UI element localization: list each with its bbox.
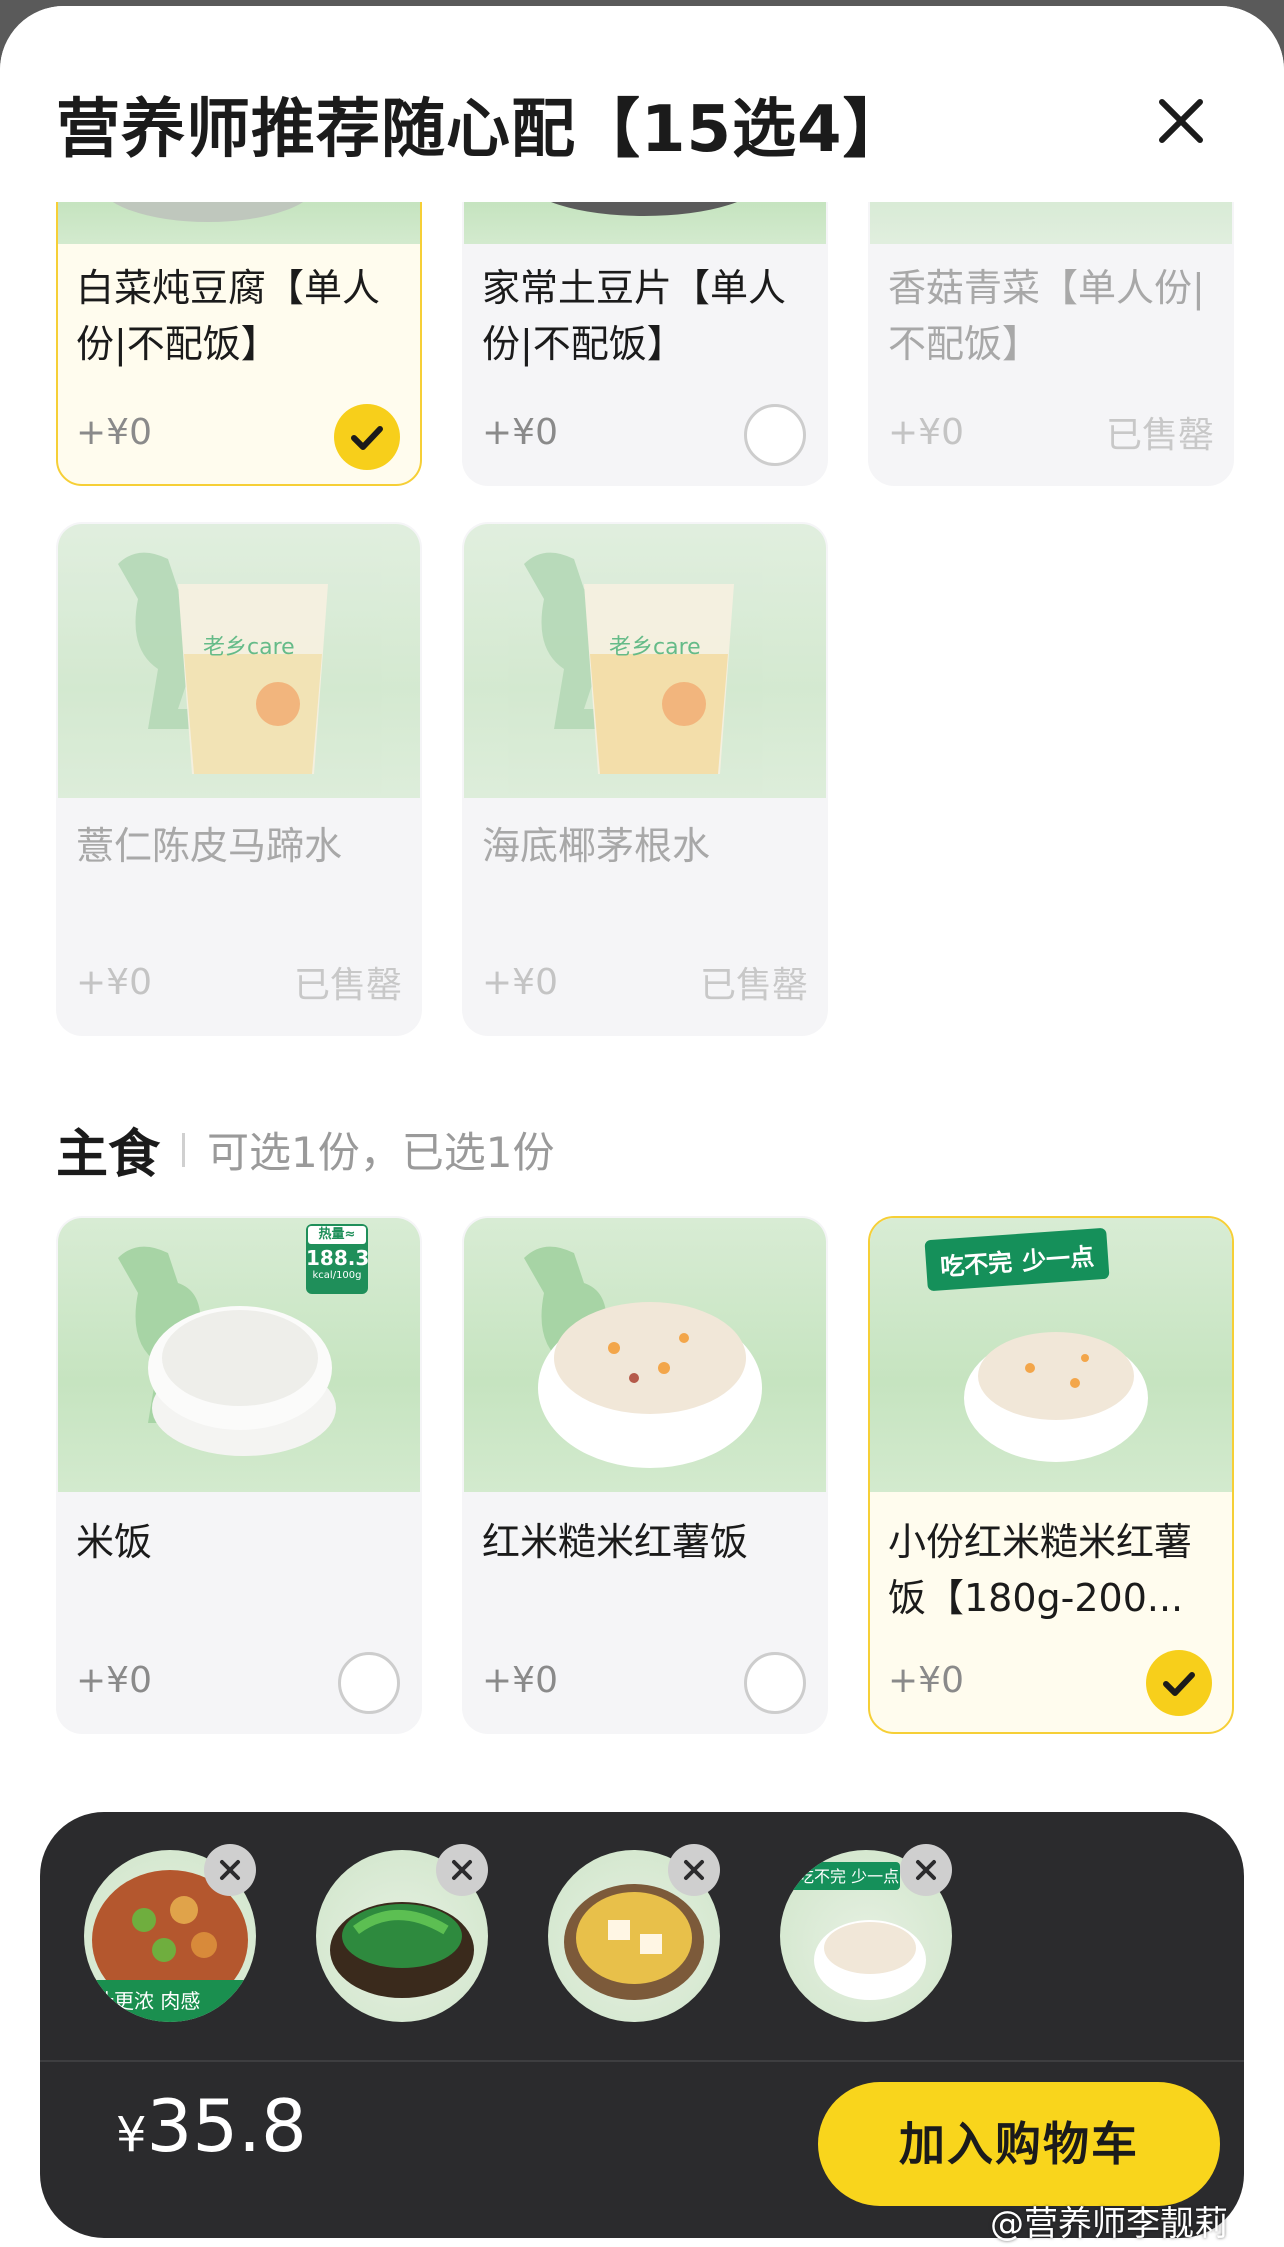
close-icon	[1159, 99, 1203, 143]
page-title: 营养师推荐随心配【15选4】	[56, 93, 908, 167]
item-name: 香菇青菜【单人份|不配饭】	[888, 266, 1205, 366]
select-radio[interactable]	[744, 1652, 806, 1714]
item-name: 小份红米糙米红薯饭【180g-200...	[888, 1520, 1193, 1620]
item-price: +¥0	[482, 962, 558, 1003]
close-icon	[220, 1860, 240, 1880]
selected-check[interactable]	[1146, 1650, 1212, 1716]
check-icon	[1163, 1672, 1195, 1696]
remove-item-button[interactable]	[436, 1844, 488, 1896]
item-name: 家常土豆片【单人份|不配饭】	[482, 266, 787, 366]
add-to-cart-button[interactable]: 加入购物车	[818, 2082, 1220, 2206]
cart-total: ¥35.8	[116, 2084, 307, 2168]
staple-section-header: 主食 可选1份，已选1份	[56, 1112, 555, 1185]
soldout-label: 已售罄	[699, 965, 808, 1006]
calorie-badge: 热量≈ 188.3 kcal/100g	[306, 1224, 369, 1294]
item-name: 红米糙米红薯饭	[482, 1520, 749, 1564]
remove-item-button[interactable]	[900, 1844, 952, 1896]
item-price: +¥0	[888, 1660, 964, 1701]
item-price: +¥0	[888, 412, 964, 453]
item-name: 米饭	[76, 1520, 153, 1564]
thumbnail-caption: 吃不完 少一点	[798, 1867, 899, 1886]
side-item-card: 老乡care 海底椰茅根水 +¥0 已售罄	[462, 522, 828, 1036]
brand-label: 老乡care	[203, 635, 295, 660]
item-name: 海底椰茅根水	[482, 824, 711, 868]
section-title: 主食	[56, 1125, 161, 1185]
cart-divider	[40, 2060, 1244, 2062]
item-name: 薏仁陈皮马蹄水	[76, 824, 343, 868]
section-divider	[182, 1132, 186, 1167]
drink-image: 老乡care	[58, 524, 420, 798]
item-price: +¥0	[76, 412, 152, 453]
item-name: 白菜炖豆腐【单人份|不配饭】	[76, 266, 381, 366]
currency-symbol: ¥	[116, 2107, 147, 2163]
thumbnail-caption: 汁更浓 肉感	[94, 1989, 200, 2013]
item-price: +¥0	[76, 962, 152, 1003]
close-icon	[684, 1860, 704, 1880]
close-icon	[916, 1860, 936, 1880]
remove-item-button[interactable]	[668, 1844, 720, 1896]
soldout-label: 已售罄	[1105, 415, 1214, 456]
staple-item-card[interactable]: 红米糙米红薯饭 +¥0	[462, 1216, 828, 1734]
side-item-card: 老乡care 薏仁陈皮马蹄水 +¥0 已售罄	[56, 522, 422, 1036]
sheet-header: 营养师推荐随心配【15选4】	[0, 6, 1284, 202]
soldout-label: 已售罄	[293, 965, 402, 1006]
selection-sheet: 营养师推荐随心配【15选4】 白菜炖豆腐【单人份|不配饭】 +¥0 家常土豆片【…	[0, 6, 1284, 2247]
section-subtitle: 可选1份，已选1份	[207, 1128, 555, 1177]
rice-image: 热量≈ 188.3 kcal/100g	[58, 1218, 420, 1492]
item-price: +¥0	[76, 1660, 152, 1701]
rice-image	[464, 1218, 826, 1492]
select-radio[interactable]	[744, 404, 806, 466]
staple-item-card[interactable]: 吃不完 少一点 小份红米糙米红薯饭【180g-200... +¥0	[868, 1216, 1234, 1734]
brand-label: 老乡care	[609, 635, 701, 660]
cart-bar: 汁更浓 肉感 吃不完 少一点 ¥35.8 加入购物车	[40, 1812, 1244, 2238]
selected-check[interactable]	[334, 404, 400, 470]
close-button[interactable]	[1150, 90, 1212, 152]
drink-image: 老乡care	[464, 524, 826, 798]
staple-item-card[interactable]: 热量≈ 188.3 kcal/100g 米饭 +¥0	[56, 1216, 422, 1734]
total-amount: 35.8	[146, 2084, 307, 2168]
select-radio[interactable]	[338, 1652, 400, 1714]
item-price: +¥0	[482, 412, 558, 453]
item-grid: 白菜炖豆腐【单人份|不配饭】 +¥0 家常土豆片【单人份|不配饭】 +¥0 香菇…	[0, 142, 1284, 1802]
item-price: +¥0	[482, 1660, 558, 1701]
check-icon	[351, 426, 383, 450]
close-icon	[452, 1860, 472, 1880]
watermark: @营养师李靓莉	[990, 2204, 1228, 2244]
remove-item-button[interactable]	[204, 1844, 256, 1896]
rice-image: 吃不完 少一点	[870, 1218, 1232, 1492]
